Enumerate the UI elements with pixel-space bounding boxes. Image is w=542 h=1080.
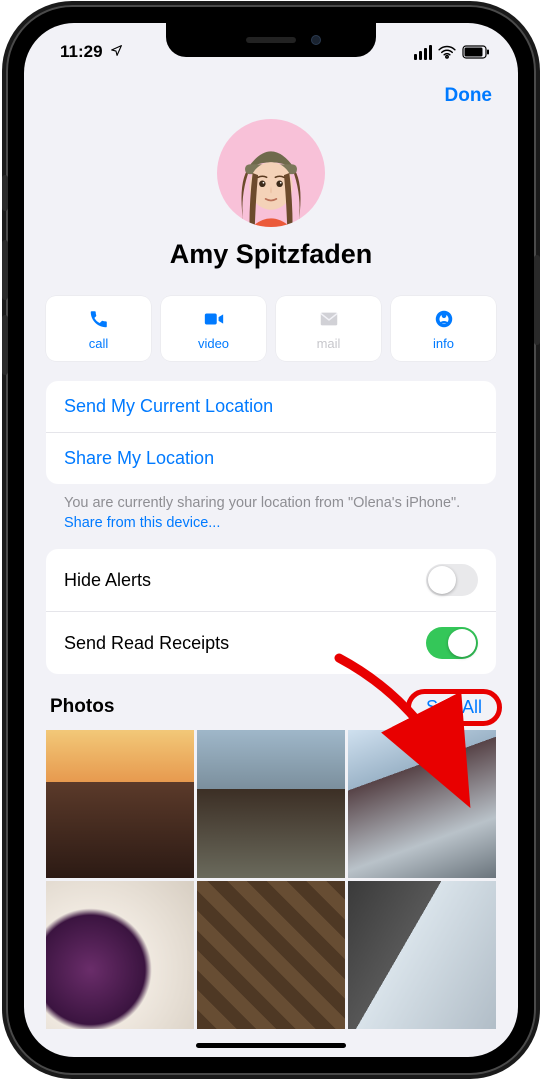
read-receipts-label: Send Read Receipts xyxy=(64,633,229,654)
contact-header: Amy Spitzfaden xyxy=(24,113,518,278)
wifi-icon xyxy=(438,45,456,59)
mute-switch xyxy=(2,175,8,211)
share-location-label: Share My Location xyxy=(64,448,214,469)
mail-label: mail xyxy=(317,336,341,351)
video-label: video xyxy=(198,336,229,351)
phone-frame: 11:29 Done xyxy=(6,5,536,1075)
status-right xyxy=(414,45,491,60)
photos-section: Photos See All xyxy=(46,690,496,1029)
location-sharing-footer: You are currently sharing your location … xyxy=(64,494,478,533)
info-button[interactable]: info xyxy=(391,296,496,361)
call-label: call xyxy=(89,336,109,351)
hide-alerts-toggle[interactable] xyxy=(426,564,478,596)
volume-down-button xyxy=(2,315,8,375)
photo-thumbnail[interactable] xyxy=(348,881,496,1029)
speaker-grill xyxy=(246,37,296,43)
photos-grid xyxy=(46,730,496,1029)
photo-thumbnail[interactable] xyxy=(46,881,194,1029)
photos-header: Photos See All xyxy=(46,690,496,730)
home-indicator[interactable] xyxy=(196,1043,346,1048)
location-footer-text: You are currently sharing your location … xyxy=(64,495,460,511)
call-button[interactable]: call xyxy=(46,296,151,361)
photo-thumbnail[interactable] xyxy=(46,730,194,878)
done-button[interactable]: Done xyxy=(445,85,493,107)
location-actions-group: Send My Current Location Share My Locati… xyxy=(46,381,496,484)
cellular-signal-icon xyxy=(414,45,433,60)
mail-button: mail xyxy=(276,296,381,361)
contact-action-row: call video mail info xyxy=(24,278,518,381)
front-camera xyxy=(311,35,321,45)
read-receipts-row: Send Read Receipts xyxy=(46,612,496,674)
screen: 11:29 Done xyxy=(24,23,518,1057)
notification-settings-group: Hide Alerts Send Read Receipts xyxy=(46,549,496,674)
mail-icon xyxy=(317,308,341,330)
hide-alerts-label: Hide Alerts xyxy=(64,570,151,591)
share-from-this-device-link[interactable]: Share from this device... xyxy=(64,515,220,531)
power-button xyxy=(534,255,540,345)
see-all-button[interactable]: See All xyxy=(416,693,492,721)
video-button[interactable]: video xyxy=(161,296,266,361)
hide-alerts-row: Hide Alerts xyxy=(46,549,496,612)
info-label: info xyxy=(433,336,454,351)
photo-thumbnail[interactable] xyxy=(197,730,345,878)
location-services-icon xyxy=(110,44,123,60)
info-icon xyxy=(433,308,455,330)
read-receipts-toggle[interactable] xyxy=(426,627,478,659)
contact-name: Amy Spitzfaden xyxy=(170,239,373,270)
video-icon xyxy=(202,308,226,330)
share-location-row[interactable]: Share My Location xyxy=(46,433,496,484)
notch xyxy=(166,23,376,57)
photos-title: Photos xyxy=(50,696,114,718)
contact-avatar[interactable] xyxy=(217,119,325,227)
nav-bar: Done xyxy=(24,71,518,113)
photo-thumbnail[interactable] xyxy=(348,730,496,878)
photo-thumbnail[interactable] xyxy=(197,881,345,1029)
phone-icon xyxy=(88,308,110,330)
status-time-area: 11:29 xyxy=(60,42,123,62)
volume-up-button xyxy=(2,240,8,300)
status-time: 11:29 xyxy=(60,42,103,61)
send-current-location-label: Send My Current Location xyxy=(64,396,273,417)
send-current-location-row[interactable]: Send My Current Location xyxy=(46,381,496,433)
battery-icon xyxy=(462,45,490,59)
